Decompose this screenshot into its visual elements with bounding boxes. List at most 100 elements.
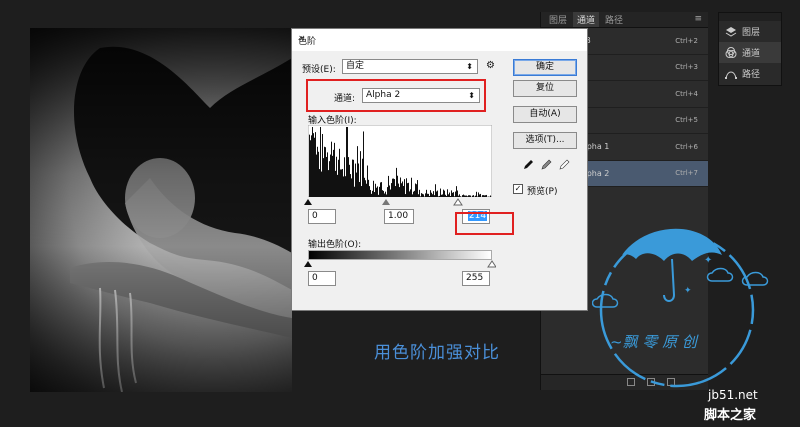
- preset-select[interactable]: 自定 ⬍: [342, 59, 478, 74]
- histogram-bar: [315, 132, 316, 197]
- histogram-bar: [352, 159, 353, 197]
- dock-channels-label: 通道: [742, 49, 761, 59]
- site-url[interactable]: jb51.net: [708, 388, 758, 402]
- histogram-bar: [360, 151, 361, 197]
- cloud-icon: [706, 267, 734, 282]
- histogram-bar: [329, 161, 330, 197]
- histogram-bar: [375, 183, 376, 197]
- histogram-bar: [370, 189, 371, 197]
- histogram-bar: [311, 135, 312, 197]
- histogram-bar: [400, 177, 401, 197]
- reset-button[interactable]: 复位: [513, 80, 577, 97]
- channel-shortcut: Ctrl+7: [675, 169, 698, 178]
- histogram-bar: [365, 180, 366, 197]
- histogram-bar: [353, 159, 354, 197]
- dock-paths[interactable]: 路径: [719, 63, 781, 84]
- tab-layers[interactable]: 图层: [545, 12, 571, 27]
- histogram-bar: [398, 183, 399, 197]
- histogram-bar: [349, 164, 350, 197]
- histogram-bar: [334, 142, 335, 197]
- tutorial-caption: 用色阶加强对比: [374, 343, 500, 363]
- histogram-bar: [376, 187, 377, 197]
- black-eyedropper-icon[interactable]: [522, 159, 534, 171]
- dock-layers-label: 图层: [742, 28, 761, 38]
- histogram-bar: [447, 189, 448, 197]
- histogram-bar: [330, 154, 331, 197]
- cloud-icon: [592, 293, 619, 308]
- output-levels-label: 输出色阶(O):: [308, 240, 362, 250]
- histogram-bar: [328, 170, 329, 197]
- channels-icon: [725, 46, 737, 58]
- watermark-stamp: ✦ ✦ ~飘 零 原 创: [592, 228, 769, 388]
- histogram-bar: [363, 131, 364, 197]
- input-black-field[interactable]: 0: [308, 209, 336, 224]
- histogram-bar: [319, 169, 320, 197]
- input-slider[interactable]: [304, 197, 496, 207]
- histogram-bar: [316, 154, 317, 197]
- histogram-bar: [362, 158, 363, 197]
- histogram-bar: [367, 165, 368, 197]
- stamp-text: ~飘 零 原 创: [610, 333, 699, 351]
- histogram-bar: [410, 189, 411, 197]
- histogram-bar: [396, 167, 397, 197]
- channel-shortcut: Ctrl+2: [675, 36, 698, 45]
- panel-menu-icon[interactable]: ≡: [694, 14, 702, 24]
- histogram-bar: [323, 158, 324, 197]
- histogram-bar: [380, 182, 381, 197]
- histogram-bar: [359, 181, 360, 197]
- histogram-bar: [356, 172, 357, 197]
- histogram-bar: [312, 127, 313, 197]
- histogram: [308, 125, 492, 197]
- histogram-bar: [377, 186, 378, 197]
- chevron-updown-icon: ⬍: [468, 91, 475, 100]
- histogram-bar: [397, 175, 398, 197]
- histogram-bar: [399, 187, 400, 197]
- output-white-field[interactable]: 255: [462, 271, 490, 286]
- histogram-bar: [347, 127, 348, 197]
- histogram-bar: [326, 156, 327, 197]
- histogram-bar: [404, 179, 405, 197]
- histogram-bar: [430, 190, 431, 197]
- gray-eyedropper-icon[interactable]: [540, 159, 552, 171]
- dock-layers[interactable]: 图层: [719, 21, 781, 42]
- output-white-handle: [487, 260, 496, 268]
- histogram-bar: [343, 176, 344, 197]
- auto-button[interactable]: 自动(A): [513, 106, 577, 123]
- white-eyedropper-icon[interactable]: [558, 159, 570, 171]
- ok-button[interactable]: 确定: [513, 59, 577, 76]
- histogram-bar: [417, 180, 418, 197]
- site-name[interactable]: 脚本之家: [704, 404, 756, 423]
- histogram-bar: [443, 189, 444, 197]
- histogram-bar: [440, 188, 441, 197]
- tab-paths[interactable]: 路径: [601, 12, 627, 27]
- input-gamma-field[interactable]: 1.00: [384, 209, 414, 224]
- histogram-bar: [331, 141, 332, 197]
- dock-channels[interactable]: 通道: [719, 42, 781, 63]
- gear-icon[interactable]: ⚙: [486, 60, 495, 71]
- histogram-bar: [391, 183, 392, 197]
- tab-channels[interactable]: 通道: [573, 12, 600, 27]
- histogram-bar: [379, 186, 380, 197]
- output-black-field[interactable]: 0: [308, 271, 336, 286]
- output-slider[interactable]: [304, 259, 496, 269]
- histogram-bar: [336, 156, 337, 197]
- histogram-bar: [456, 186, 457, 197]
- layers-icon: [725, 26, 737, 37]
- histogram-bar: [309, 134, 310, 197]
- histogram-bar: [406, 178, 407, 197]
- histogram-bar: [416, 184, 417, 197]
- histogram-bar: [388, 175, 389, 197]
- histogram-bar: [318, 151, 319, 197]
- histogram-bar: [314, 137, 315, 197]
- close-icon[interactable]: ×: [298, 34, 579, 44]
- histogram-bar: [337, 174, 338, 197]
- channel-select[interactable]: Alpha 2 ⬍: [362, 88, 480, 103]
- histogram-bar: [357, 146, 358, 197]
- histogram-bar: [351, 178, 352, 197]
- options-button[interactable]: 选项(T)...: [513, 132, 577, 149]
- channel-shortcut: Ctrl+5: [675, 116, 698, 125]
- preview-checkbox[interactable]: ✓: [513, 184, 523, 194]
- histogram-bar: [451, 190, 452, 197]
- histogram-bar: [332, 155, 333, 197]
- histogram-bar: [321, 171, 322, 197]
